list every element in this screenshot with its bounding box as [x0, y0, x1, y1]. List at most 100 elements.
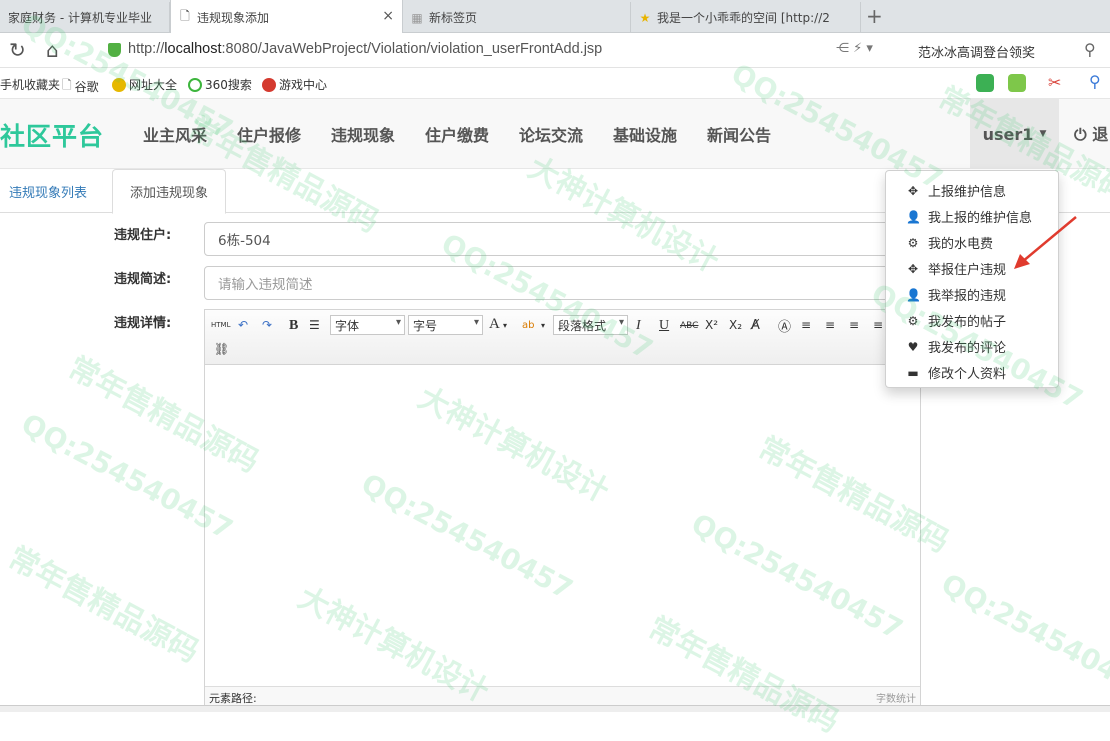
annotation-arrow: [1014, 216, 1077, 269]
nav-repair[interactable]: 住户报修: [237, 122, 301, 146]
brief-input[interactable]: 请输入违规简述: [204, 266, 904, 300]
undo-icon[interactable]: ↶: [238, 316, 248, 334]
font-family-value: 字体: [335, 318, 360, 333]
menu-item-edit-profile[interactable]: ▬ 修改个人资料: [906, 363, 1007, 383]
menu-item-my-violation-reports[interactable]: 👤 我举报的违规: [906, 285, 1006, 305]
gear-icon: ⚙: [907, 235, 919, 250]
user-icon: 👤: [906, 287, 921, 302]
tab-violation-list[interactable]: 违规现象列表: [9, 169, 87, 213]
menu-item-label: 上报维护信息: [928, 185, 1007, 200]
share-icon[interactable]: ⋲ ⚡ ▾: [836, 41, 873, 56]
align-justify-icon[interactable]: ≡: [873, 316, 883, 334]
logout-button[interactable]: ⏻ 退: [1074, 121, 1108, 145]
nav-news[interactable]: 新闻公告: [707, 122, 771, 146]
menu-item-label: 举报住户违规: [928, 263, 1007, 278]
search-icon[interactable]: ⚲: [1089, 72, 1101, 91]
url-host: localhost: [164, 41, 222, 57]
close-icon[interactable]: ×: [382, 8, 394, 24]
grid-icon: ▦: [411, 10, 423, 25]
align-right-icon[interactable]: ≡: [825, 316, 835, 334]
bookmark-game-center[interactable]: 游戏中心: [262, 76, 327, 93]
menu-item-label: 我发布的帖子: [928, 315, 1007, 330]
font-size-select[interactable]: 字号: [408, 315, 483, 335]
rich-text-editor: HTML ↶ ↷ B ☰ 字体 字号 A ▾ ab ▾ 段落格式 I U ABC…: [204, 309, 921, 705]
site-icon: [112, 77, 126, 92]
bookmark-label: 360搜索: [205, 78, 252, 92]
menu-item-my-comments[interactable]: ♥ 我发布的评论: [906, 337, 1006, 357]
url-field[interactable]: http://localhost:8080/JavaWebProject/Vio…: [128, 41, 602, 57]
bookmark-google[interactable]: 🗋 谷歌: [62, 76, 99, 97]
menu-item-label: 我的水电费: [928, 237, 994, 252]
user-menu-button[interactable]: user1 ▼: [970, 99, 1059, 169]
browser-tab-title: 违规现象添加: [197, 10, 270, 25]
nav-forum[interactable]: 论坛交流: [519, 122, 583, 146]
superscript-icon[interactable]: X²: [705, 316, 718, 334]
editor-statusbar: 元素路径: 字数统计: [205, 686, 920, 705]
align-left-icon[interactable]: ≡: [801, 316, 811, 334]
translate-icon[interactable]: [1008, 74, 1026, 92]
nav-facilities[interactable]: 基础设施: [613, 122, 677, 146]
browser-tab-violation-add[interactable]: 🗋 违规现象添加 ×: [170, 0, 403, 34]
site-brand[interactable]: 社区平台: [0, 117, 104, 153]
nav-owner-showcase[interactable]: 业主风采: [143, 122, 207, 146]
extension-icon[interactable]: [976, 74, 994, 92]
caret-down-icon: ▼: [1039, 129, 1047, 139]
bookmark-site-directory[interactable]: 网址大全: [112, 76, 177, 93]
page-icon: 🗋: [62, 78, 72, 92]
logout-label: 退: [1092, 125, 1109, 144]
resident-select[interactable]: 6栋-504: [204, 222, 904, 256]
user-dropdown-menu: ✥ 上报维护信息 👤 我上报的维护信息 ⚙ 我的水电费 ✥ 举报住户违规 👤 我举报的违规…: [885, 170, 1059, 388]
editor-content-area[interactable]: [205, 366, 920, 685]
menu-item-my-utilities[interactable]: ⚙ 我的水电费: [906, 233, 994, 253]
redo-icon[interactable]: ↷: [262, 316, 272, 334]
bookmark-360-search[interactable]: 360搜索: [188, 76, 252, 93]
bold-icon[interactable]: B: [289, 317, 298, 335]
format-painter-icon[interactable]: A̸: [751, 316, 760, 334]
tab-add-violation[interactable]: 添加违规现象: [112, 169, 226, 214]
bookmark-label: 网址大全: [129, 78, 178, 92]
nav-payment[interactable]: 住户缴费: [425, 122, 489, 146]
browser-tab-new-tab[interactable]: ▦ 新标签页: [403, 2, 631, 33]
nav-violation[interactable]: 违规现象: [331, 122, 395, 146]
clear-style-icon[interactable]: Ⓐ: [778, 316, 791, 335]
new-tab-button[interactable]: +: [866, 4, 883, 28]
menu-item-report-violation[interactable]: ✥ 举报住户违规: [906, 259, 1007, 279]
star-icon: ★: [639, 10, 651, 25]
bookmark-mobile[interactable]: 手机收藏夹: [0, 76, 60, 93]
move-icon: ✥: [907, 183, 919, 198]
menu-item-label: 修改个人资料: [928, 367, 1007, 382]
font-size-value: 字号: [413, 318, 438, 333]
caret-down-icon[interactable]: ▾: [503, 316, 507, 334]
caret-down-icon[interactable]: ▾: [541, 316, 545, 334]
underline-icon[interactable]: U: [659, 317, 669, 335]
browser-tab-family-finance[interactable]: 家庭财务 - 计算机专业毕业: [0, 2, 170, 33]
gear-icon: ⚙: [907, 313, 919, 328]
browser-tab-space[interactable]: ★ 我是一个小乖乖的空间 [http://2: [631, 2, 861, 33]
font-color-icon[interactable]: A: [489, 315, 500, 333]
strikethrough-icon[interactable]: ABC: [680, 317, 698, 335]
watermark: 常年售精品源码: [2, 540, 205, 670]
news-ticker[interactable]: 范冰冰高调登台领奖: [918, 42, 1035, 61]
font-family-select[interactable]: 字体: [330, 315, 405, 335]
menu-item-my-posts[interactable]: ⚙ 我发布的帖子: [906, 311, 1007, 331]
subscript-icon[interactable]: X₂: [729, 316, 742, 334]
link-icon[interactable]: ⛓: [214, 340, 229, 358]
username: user1: [982, 124, 1034, 144]
search-icon[interactable]: ⚲: [1084, 40, 1096, 59]
menu-item-report-maintenance[interactable]: ✥ 上报维护信息: [906, 181, 1007, 201]
site-navbar: 社区平台 业主风采 住户报修 违规现象 住户缴费 论坛交流 基础设施 新闻公告 …: [0, 99, 1110, 169]
align-center-icon[interactable]: ≡: [849, 316, 859, 334]
italic-icon[interactable]: I: [636, 317, 641, 335]
home-icon[interactable]: ⌂: [46, 38, 59, 62]
bookmark-label: 游戏中心: [279, 78, 328, 92]
bookmark-label: 手机收藏夹: [0, 78, 61, 92]
paragraph-format-value: 段落格式: [558, 318, 607, 333]
reload-icon[interactable]: ↻: [9, 38, 26, 62]
highlight-icon[interactable]: ab: [522, 316, 534, 334]
paragraph-format-select[interactable]: 段落格式: [553, 315, 628, 335]
brief-label: 违规简述:: [114, 272, 172, 287]
scissors-icon[interactable]: ✂: [1048, 73, 1061, 92]
html-source-button[interactable]: HTML: [211, 316, 230, 334]
clear-format-icon[interactable]: ☰: [309, 316, 320, 334]
address-bar: ↻ ⌂ http://localhost:8080/JavaWebProject…: [0, 33, 1110, 68]
